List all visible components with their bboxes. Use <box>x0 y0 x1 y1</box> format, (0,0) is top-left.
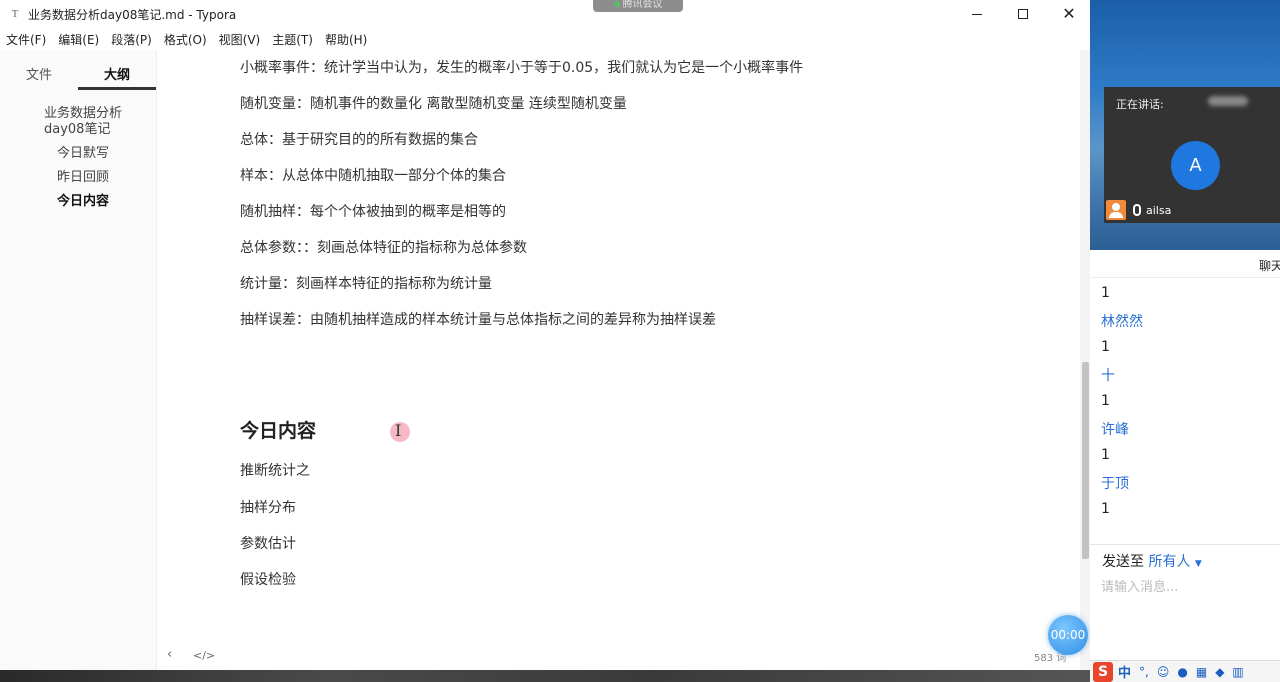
menu-bar: 文件(F) 编辑(E) 段落(P) 格式(O) 视图(V) 主题(T) 帮助(H… <box>0 28 1090 50</box>
title-bar: T 业务数据分析day08笔记.md - Typora 腾讯会议 ✕ <box>0 0 1090 28</box>
list-item: 参数估计 <box>240 536 296 552</box>
active-tab-indicator <box>78 87 156 90</box>
send-to-label: 发送至 <box>1102 554 1144 570</box>
text-cursor-icon: I <box>395 421 402 440</box>
ime-toolbar: S 中 °, ☺ ● ▦ ◆ ▥ <box>1090 660 1280 682</box>
chat-sender: 林然然 <box>1101 314 1143 330</box>
editor[interactable]: 小概率事件：统计学当中认为，发生的概率小于等于0.05，我们就认为它是一个小概率… <box>158 50 1078 670</box>
send-to-selector[interactable]: 发送至 所有人 ▼ <box>1102 551 1202 571</box>
list-item: 假设检验 <box>240 572 296 588</box>
chat-message: 1 <box>1101 501 1110 517</box>
mic-icon <box>1133 204 1141 216</box>
menu-format[interactable]: 格式(O) <box>158 28 213 50</box>
outline-item-dictation[interactable]: 今日默写 <box>57 146 109 162</box>
list-item: 推断统计之 <box>240 463 310 479</box>
speaking-label: 正在讲话: <box>1116 98 1164 111</box>
outline-item-review[interactable]: 昨日回顾 <box>57 170 109 186</box>
avatar: A <box>1171 141 1220 190</box>
chat-panel: 聊天 1 林然然 1 十 1 许峰 1 于顶 1 发送至 所有人 ▼ 请输入消息… <box>1090 250 1280 682</box>
menu-edit[interactable]: 编辑(E) <box>52 28 105 50</box>
user-name: ailsa <box>1146 203 1172 217</box>
paragraph: 样本：从总体中随机抽取一部分个体的集合 <box>240 168 506 184</box>
list-item: 抽样分布 <box>240 500 296 516</box>
send-to-target[interactable]: 所有人 <box>1148 554 1190 570</box>
menu-help[interactable]: 帮助(H) <box>319 28 373 50</box>
outline-item-today[interactable]: 今日内容 <box>57 194 109 210</box>
chevron-down-icon: ▼ <box>1194 559 1202 569</box>
paragraph: 随机抽样：每个个体被抽到的概率是相等的 <box>240 204 506 220</box>
speaker-video[interactable]: 正在讲话: A ailsa <box>1104 87 1280 223</box>
person-icon <box>1106 200 1126 220</box>
window-title: 业务数据分析day08笔记.md - Typora <box>28 8 237 22</box>
chat-message: 1 <box>1101 447 1110 463</box>
paragraph: 小概率事件：统计学当中认为，发生的概率小于等于0.05，我们就认为它是一个小概率… <box>240 60 804 76</box>
sogou-ime-icon[interactable]: S <box>1093 661 1113 682</box>
tab-files[interactable]: 文件 <box>26 64 52 83</box>
chat-input[interactable]: 请输入消息... <box>1101 576 1178 595</box>
chat-message: 1 <box>1101 285 1110 301</box>
maximize-button[interactable] <box>1000 0 1046 28</box>
chat-title: 聊天 <box>1259 259 1280 273</box>
chat-sender: 于顶 <box>1101 476 1129 492</box>
sidebar: 文件 大纲 业务数据分析 day08笔记 今日默写 昨日回顾 今日内容 ‹ </… <box>0 50 215 670</box>
taskbar <box>0 670 1090 682</box>
video-footer: ailsa <box>1104 199 1171 221</box>
scrollbar-track[interactable] <box>1080 50 1090 670</box>
typora-app-icon: T <box>11 8 19 20</box>
tab-outline[interactable]: 大纲 <box>104 64 130 83</box>
ime-punct[interactable]: °, <box>1139 665 1149 679</box>
scrollbar-thumb[interactable] <box>1082 362 1089 559</box>
chat-sender: 十 <box>1101 368 1115 384</box>
keyboard-icon[interactable]: ▦ <box>1196 665 1207 679</box>
emoji-icon[interactable]: ☺ <box>1157 665 1170 679</box>
chat-sender: 许峰 <box>1101 422 1129 438</box>
speaker-name-blurred <box>1208 96 1248 106</box>
outline-item-title-line2[interactable]: day08笔记 <box>44 122 110 138</box>
close-icon: ✕ <box>1062 4 1076 23</box>
menu-theme[interactable]: 主题(T) <box>266 28 319 50</box>
ime-mode[interactable]: 中 <box>1118 662 1131 681</box>
meeting-panel: 正在讲话: A ailsa 聊天 1 林然然 1 十 1 许峰 1 于顶 1 发… <box>1090 0 1280 682</box>
recording-timer[interactable]: 00:00 <box>1048 615 1088 655</box>
paragraph: 统计量：刻画样本特征的指标称为统计量 <box>240 276 492 292</box>
meeting-badge[interactable]: 腾讯会议 <box>593 0 683 12</box>
chat-header: 聊天 <box>1090 250 1280 278</box>
paragraph: 抽样误差：由随机抽样造成的样本统计量与总体指标之间的差异称为抽样误差 <box>240 312 716 328</box>
minimize-button[interactable] <box>954 0 1000 28</box>
skin-icon[interactable]: ◆ <box>1215 665 1224 679</box>
typora-window: T 业务数据分析day08笔记.md - Typora 腾讯会议 ✕ 文件(F)… <box>0 0 1090 670</box>
section-heading: 今日内容 <box>240 420 317 442</box>
chat-message: 1 <box>1101 393 1110 409</box>
toolbox-icon[interactable]: ▥ <box>1232 665 1243 679</box>
close-button[interactable]: ✕ <box>1046 0 1092 28</box>
chat-message: 1 <box>1101 339 1110 355</box>
sidebar-footer: ‹ </> <box>0 642 215 670</box>
menu-paragraph[interactable]: 段落(P) <box>105 28 158 50</box>
paragraph: 随机变量：随机事件的数量化 离散型随机变量 连续型随机变量 <box>240 96 627 112</box>
outline-item-title[interactable]: 业务数据分析 <box>44 106 122 122</box>
meeting-badge-label: 腾讯会议 <box>622 0 663 10</box>
meeting-status-icon <box>613 1 620 7</box>
menu-view[interactable]: 视图(V) <box>213 28 267 50</box>
chat-divider <box>1090 544 1280 545</box>
menu-file[interactable]: 文件(F) <box>0 28 52 50</box>
minimize-icon <box>972 13 982 15</box>
ime-mic-icon[interactable]: ● <box>1177 665 1187 679</box>
maximize-icon <box>1018 9 1028 19</box>
paragraph: 总体：基于研究目的的所有数据的集合 <box>240 132 478 148</box>
sidebar-tabs: 文件 大纲 <box>0 50 156 92</box>
paragraph: 总体参数：：刻画总体特征的指标称为总体参数 <box>240 240 527 256</box>
